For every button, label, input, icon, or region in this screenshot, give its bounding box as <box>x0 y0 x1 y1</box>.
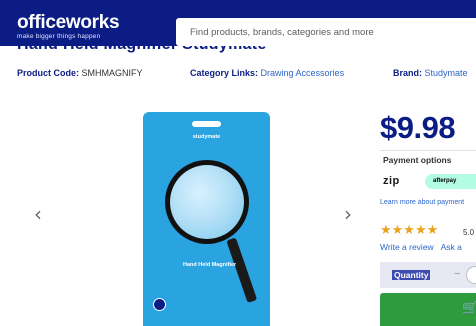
brand-link[interactable]: Studymate <box>425 68 468 78</box>
packaging-product-name: Hand Held Magnifier <box>183 262 237 268</box>
packaging-hang-hole <box>192 121 221 127</box>
zip-pay-logo[interactable]: zip <box>383 175 400 187</box>
quantity-decrease-button[interactable]: − <box>454 268 460 280</box>
magnifier-handle <box>226 237 258 304</box>
category-links: Category Links: Drawing Accessories <box>190 68 344 78</box>
packaging-badge-icon <box>153 298 166 311</box>
magnifier-lens <box>165 160 249 244</box>
logo-tagline: make bigger things happen <box>17 33 101 40</box>
product-price: $9.98 <box>380 110 456 145</box>
product-code: Product Code: SMHMAGNIFY <box>17 68 143 78</box>
logo-wordmark: officeworks <box>17 12 120 33</box>
product-title-clipped: Hand Held Magnifier Studymate <box>0 46 476 54</box>
prev-image-arrow-icon[interactable]: ‹ <box>34 202 42 226</box>
product-code-label: Product Code: <box>17 68 79 78</box>
category-link-drawing-accessories[interactable]: Drawing Accessories <box>261 68 345 78</box>
afterpay-logo[interactable]: afterpay <box>425 174 476 189</box>
rating-stars-icon[interactable]: ★★★★★ <box>380 223 438 238</box>
brand-info: Brand: Studymate <box>393 68 468 78</box>
rating-value: 5.0 <box>463 228 475 237</box>
product-image[interactable]: studymate Hand Held Magnifier <box>143 112 270 326</box>
write-review-link[interactable]: Write a review <box>380 242 434 252</box>
add-to-cart-button[interactable]: 🛒 <box>380 293 476 326</box>
cart-icon: 🛒 <box>462 301 476 316</box>
divider <box>380 150 476 151</box>
search-input[interactable] <box>176 18 476 46</box>
next-image-arrow-icon[interactable]: › <box>344 202 352 226</box>
review-links: Write a review Ask a <box>380 242 467 252</box>
product-code-value: SMHMAGNIFY <box>81 68 143 78</box>
site-header: officeworks make bigger things happen <box>0 0 476 46</box>
packaging-brand: studymate <box>192 134 221 140</box>
quantity-row: Quantity − <box>380 262 476 288</box>
quantity-label: Quantity <box>392 270 431 280</box>
ask-question-link[interactable]: Ask a <box>441 242 462 252</box>
category-label: Category Links: <box>190 68 259 78</box>
learn-more-payment-link[interactable]: Learn more about payment <box>380 199 464 206</box>
quantity-input[interactable] <box>466 266 476 284</box>
payment-options-title: Payment options <box>383 155 452 165</box>
officeworks-logo[interactable]: officeworks make bigger things happen <box>17 12 120 40</box>
brand-label: Brand: <box>393 68 422 78</box>
